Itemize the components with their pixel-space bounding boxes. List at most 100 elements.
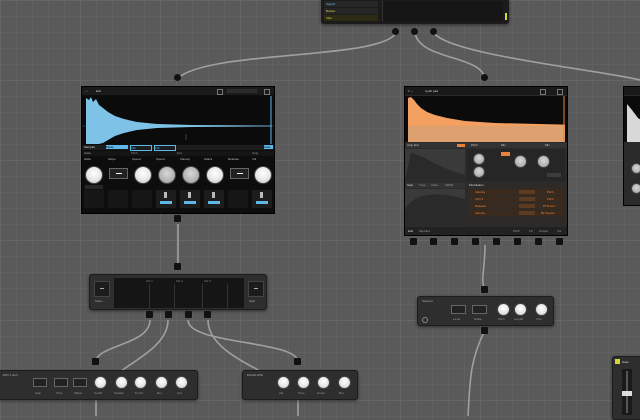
waveform-display[interactable] [82,96,274,144]
mod-amount[interactable] [519,197,535,201]
filter-display[interactable] [405,189,465,225]
offset-field[interactable] [73,378,87,387]
output-port[interactable] [392,28,399,35]
mix-knob[interactable] [537,155,550,168]
window-icon[interactable] [217,89,223,95]
tab[interactable]: Voice [431,183,438,187]
output-port[interactable] [165,311,172,318]
rel-knob[interactable] [155,376,168,389]
mix-knob[interactable] [514,155,527,168]
mod-slot[interactable] [156,190,176,208]
top-panel-row[interactable]: Vibe [324,15,378,21]
mod-row[interactable]: Release PTR Amt [469,203,563,209]
footer-fx[interactable]: FX [529,229,533,233]
mod-amount[interactable] [519,204,535,208]
volume-knob[interactable] [254,166,272,184]
glide-knob[interactable] [85,166,103,184]
mod-slot[interactable] [180,190,200,208]
toggle[interactable] [457,144,465,147]
empty-slot[interactable] [108,190,128,208]
out-knob[interactable] [175,376,188,389]
tab[interactable]: Tune [419,183,426,187]
partial-knob[interactable] [631,163,640,174]
mod-amount[interactable] [519,190,535,194]
top-panel-row[interactable]: Sapphi [324,1,378,7]
pitch-knob[interactable] [473,153,485,165]
steps-box[interactable] [94,281,110,297]
waveform-display[interactable] [405,96,567,142]
gain-box[interactable] [248,281,264,297]
top-panel-row[interactable]: Bucket [324,8,378,14]
mod-slot[interactable] [204,190,224,208]
length-knob[interactable] [514,303,527,316]
fader-handle[interactable] [622,391,632,396]
output-port[interactable] [430,28,437,35]
output-port[interactable] [174,215,181,222]
rel-knob[interactable] [338,376,351,389]
output-port[interactable] [514,238,521,245]
tab[interactable]: Gain [407,183,413,187]
input-port[interactable] [174,263,181,270]
mod-row[interactable]: LFO 1 Pitch [469,196,563,202]
output-port[interactable] [451,238,458,245]
footer-edit[interactable]: Edit [408,229,413,233]
tab-sampler[interactable]: Sampler [84,145,95,149]
gain-field[interactable] [33,378,47,387]
tab-gate[interactable]: Gate [264,145,273,149]
mod-row[interactable]: Velocity Bit Source [469,210,563,216]
value-field[interactable] [85,185,103,189]
curve-knob[interactable] [317,376,330,389]
atk-knob[interactable] [277,376,290,389]
tab-mode[interactable]: Mode [106,145,128,149]
footer-output[interactable]: Output [539,229,548,233]
release-button[interactable] [230,168,249,179]
velocity-knob[interactable] [182,166,200,184]
level-field[interactable] [451,305,466,314]
input-port[interactable] [481,286,488,293]
tab[interactable]: ADSR [445,183,453,187]
time-knob[interactable] [297,376,310,389]
cutoff-knob[interactable] [94,376,107,389]
speed-knob-2[interactable] [158,166,176,184]
output-port[interactable] [556,238,563,245]
output-port[interactable] [430,238,437,245]
input-port[interactable] [92,358,99,365]
trim-knob[interactable] [535,303,548,316]
menu-icon[interactable] [264,89,270,95]
output-port[interactable] [410,238,417,245]
output-port[interactable] [472,238,479,245]
fader-track[interactable] [622,369,632,415]
speed-knob[interactable] [134,166,152,184]
output-port[interactable] [411,28,418,35]
mod-row[interactable]: Velocity Pitch [469,189,563,195]
waveform-display[interactable] [624,96,640,142]
window-icon[interactable] [540,89,546,95]
output-port[interactable] [493,238,500,245]
output-port[interactable] [481,327,488,334]
mod-amount[interactable] [519,211,535,215]
slope-button[interactable] [109,168,128,179]
menu-icon[interactable]: ≡ ‹ › [408,89,413,93]
envelope-display[interactable] [405,149,465,181]
mod-slot[interactable] [252,190,272,208]
close-icon[interactable] [557,89,563,95]
time-field[interactable] [54,378,68,387]
pitch-knob[interactable] [473,166,485,178]
value-field[interactable] [547,173,561,177]
scale-field[interactable] [472,305,487,314]
fx-ctl-knob[interactable] [134,376,147,389]
empty-slot[interactable] [132,190,152,208]
footer-modules[interactable]: Modules [419,229,430,233]
input-port[interactable] [174,74,181,81]
pitch-knob[interactable] [497,303,510,316]
footer-pitch[interactable]: Pitch [513,229,520,233]
input-port[interactable] [294,358,301,365]
nav-arrows-icon[interactable]: ‹ › [85,89,88,93]
sustain-knob[interactable] [115,376,128,389]
attack-knob[interactable] [206,166,224,184]
empty-slot[interactable] [228,190,248,208]
input-port[interactable] [481,74,488,81]
preset-selector[interactable] [227,89,257,93]
pitch-toggle[interactable] [501,152,510,156]
output-port[interactable] [146,311,153,318]
